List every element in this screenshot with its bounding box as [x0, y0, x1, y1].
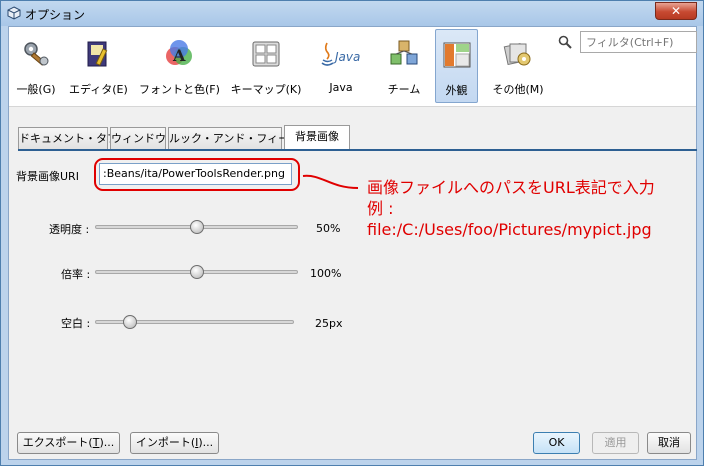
- annotation-line: 例 :: [367, 199, 394, 218]
- category-label: 一般(G): [16, 83, 56, 96]
- appearance-layout-icon: [443, 42, 470, 68]
- category-general[interactable]: 一般(G): [11, 29, 61, 103]
- button-text: エクスポート(: [22, 436, 93, 449]
- app-cube-icon: [7, 6, 21, 20]
- slider-thumb[interactable]: [189, 220, 204, 234]
- opacity-value: 50%: [316, 222, 341, 235]
- scale-value: 100%: [310, 267, 342, 280]
- scale-slider[interactable]: [95, 265, 298, 279]
- tab-look-and-feel[interactable]: ルック・アンド・フィール: [168, 127, 300, 149]
- category-label: キーマップ(K): [230, 83, 302, 96]
- margin-slider[interactable]: [95, 315, 294, 329]
- import-button[interactable]: インポート(I)...: [130, 432, 219, 454]
- category-label: Java: [329, 81, 353, 94]
- misc-cards-icon: [503, 42, 531, 66]
- category-misc[interactable]: その他(M): [483, 29, 553, 103]
- apply-button[interactable]: 適用: [592, 432, 639, 454]
- tab-background-image[interactable]: 背景画像: [284, 125, 350, 150]
- search-icon: [558, 35, 572, 49]
- editor-book-icon: [87, 41, 108, 67]
- tab-underline: [18, 149, 697, 151]
- highlight-circle: [94, 158, 300, 191]
- category-fonts[interactable]: A フォントと色(F): [139, 29, 220, 103]
- category-label: 外観: [445, 84, 468, 97]
- ok-button[interactable]: OK: [533, 432, 580, 454]
- button-text: インポート(: [135, 436, 196, 449]
- category-label: その他(M): [492, 83, 544, 96]
- category-toolbar: 一般(G) エディタ(E) A フォントと色(F) キーマップ(K) Java …: [9, 27, 697, 107]
- category-keymap[interactable]: キーマップ(K): [229, 29, 303, 103]
- title-bar[interactable]: オプション ✕: [1, 1, 703, 26]
- button-text: )...: [198, 436, 214, 449]
- filter-search-input[interactable]: [580, 31, 697, 53]
- category-label: フォントと色(F): [139, 83, 220, 96]
- category-label: チーム: [387, 83, 421, 96]
- java-logo-icon: Java: [321, 42, 360, 66]
- font-color-icon: A: [166, 40, 192, 65]
- opacity-slider[interactable]: [95, 220, 298, 234]
- keyboard-icon: [252, 41, 280, 67]
- annotation-line: file:/C:/Uses/foo/Pictures/mypict.jpg: [367, 220, 652, 239]
- dialog-content: 一般(G) エディタ(E) A フォントと色(F) キーマップ(K) Java …: [8, 26, 697, 460]
- annotation-connector: [302, 174, 359, 189]
- opacity-label: 透明度 :: [49, 223, 90, 236]
- annotation-note: 画像ファイルへのパスをURL表記で入力 例 : file:/C:/Uses/fo…: [367, 177, 655, 240]
- category-appearance[interactable]: 外観: [435, 29, 478, 103]
- slider-thumb[interactable]: [189, 265, 204, 279]
- options-window: オプション ✕ 一般(G) エディタ(E) A フォントと色(F) キーマップ(…: [0, 0, 704, 466]
- margin-value: 25px: [315, 317, 343, 330]
- scale-label: 倍率 :: [61, 268, 91, 281]
- svg-text:Java: Java: [333, 50, 360, 64]
- tab-document-tabs[interactable]: ドキュメント・タブ: [18, 127, 118, 149]
- team-cubes-icon: [390, 40, 418, 65]
- window-title: オプション: [25, 8, 86, 22]
- uri-label: 背景画像URI: [16, 170, 79, 183]
- category-team[interactable]: チーム: [379, 29, 429, 103]
- category-editor[interactable]: エディタ(E): [69, 29, 128, 103]
- svg-text:A: A: [172, 46, 186, 65]
- margin-label: 空白 :: [61, 317, 91, 330]
- button-text: )...: [99, 436, 115, 449]
- export-button[interactable]: エクスポート(T)...: [17, 432, 120, 454]
- annotation-line: 画像ファイルへのパスをURL表記で入力: [367, 178, 655, 197]
- category-label: エディタ(E): [69, 83, 128, 96]
- tab-window[interactable]: ウィンドウ: [110, 127, 166, 149]
- close-button[interactable]: ✕: [655, 2, 697, 20]
- cancel-button[interactable]: 取消: [647, 432, 691, 454]
- category-java[interactable]: Java Java: [313, 29, 369, 103]
- wrench-gear-icon: [24, 42, 49, 66]
- slider-thumb[interactable]: [122, 315, 137, 329]
